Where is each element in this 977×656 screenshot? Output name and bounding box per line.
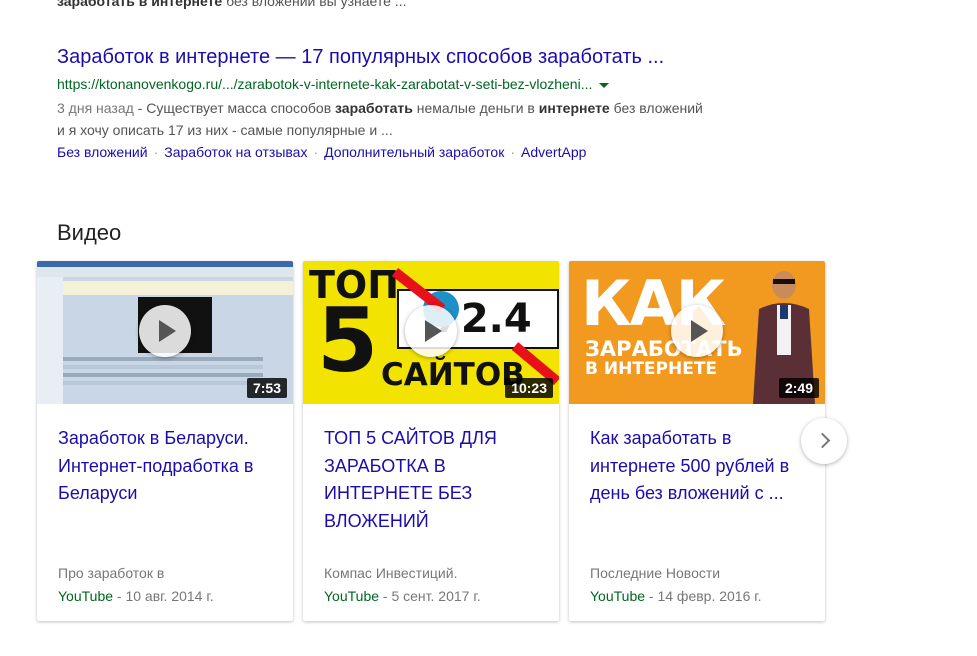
video-card[interactable]: КАК ЗАРАБОТАТЬ В ИНТЕРНЕТЕ 2:49 Как зара… bbox=[569, 261, 825, 621]
sitelink[interactable]: Без вложений bbox=[57, 144, 148, 160]
video-date: - 14 февр. 2016 г. bbox=[645, 588, 762, 604]
result-title-link[interactable]: Заработок в интернете — 17 популярных сп… bbox=[57, 44, 817, 70]
video-source: Последние Новости bbox=[590, 565, 721, 581]
video-duration: 7:53 bbox=[246, 378, 287, 398]
snippet-bold: заработать bbox=[335, 100, 413, 116]
snippet-separator: - bbox=[133, 100, 147, 116]
video-title[interactable]: Как заработать в интернете 500 рублей в … bbox=[590, 425, 790, 508]
result-date: 3 дня назад bbox=[57, 100, 134, 116]
video-meta: YouTube - 10 авг. 2014 г. bbox=[58, 585, 214, 607]
separator: · bbox=[313, 144, 319, 160]
thumb-row bbox=[63, 381, 263, 385]
video-title[interactable]: ТОП 5 САЙТОВ ДЛЯ ЗАРАБОТКА В ИНТЕРНЕТЕ Б… bbox=[324, 425, 524, 535]
result-snippet: 3 дня назад - Существует масса способов … bbox=[57, 97, 817, 141]
video-thumbnail[interactable]: 7:53 bbox=[37, 261, 293, 404]
video-date: - 10 авг. 2014 г. bbox=[113, 588, 214, 604]
video-card[interactable]: 7:53 Заработок в Беларуси. Интернет-подр… bbox=[37, 261, 293, 621]
thumb-row bbox=[63, 357, 263, 361]
thumb-bar bbox=[37, 267, 293, 277]
video-date: - 5 сент. 2017 г. bbox=[379, 588, 481, 604]
snippet-text: без вложений bbox=[609, 100, 703, 116]
sitelink[interactable]: Дополнительный заработок bbox=[324, 144, 504, 160]
video-thumbnail[interactable]: КАК ЗАРАБОТАТЬ В ИНТЕРНЕТЕ 2:49 bbox=[569, 261, 825, 404]
snippet-text: немалые деньги в bbox=[412, 100, 539, 116]
thumb-text: В ИНТЕРНЕТЕ bbox=[585, 359, 718, 379]
video-platform: YouTube bbox=[324, 588, 380, 604]
video-carousel: 7:53 Заработок в Беларуси. Интернет-подр… bbox=[37, 261, 937, 621]
thumb-row bbox=[63, 365, 263, 369]
video-platform: YouTube bbox=[58, 588, 114, 604]
thumb-panel bbox=[63, 281, 293, 295]
video-title[interactable]: Заработок в Беларуси. Интернет-подработк… bbox=[58, 425, 258, 508]
previous-result-snippet: заработать в интернете без вложении вы у… bbox=[57, 0, 406, 11]
video-duration: 2:49 bbox=[778, 378, 819, 398]
thumb-panel bbox=[37, 277, 63, 404]
play-icon[interactable] bbox=[405, 304, 457, 357]
sitelink[interactable]: Заработок на отзывах bbox=[164, 144, 307, 160]
snippet-text: и я хочу описать 17 из них - самые попул… bbox=[57, 122, 393, 138]
video-duration: 10:23 bbox=[505, 378, 553, 398]
video-meta: YouTube - 14 февр. 2016 г. bbox=[590, 585, 762, 607]
video-source: Компас Инвестиций. bbox=[324, 565, 458, 581]
separator: · bbox=[510, 144, 516, 160]
snippet-bold: интернете bbox=[538, 100, 610, 116]
video-card[interactable]: ТОП 5 72.4 САЙТОВ 10:23 ТОП 5 САЙТОВ ДЛЯ… bbox=[303, 261, 559, 621]
video-source: Про заработок в bbox=[58, 565, 165, 581]
separator: · bbox=[153, 144, 159, 160]
thumb-text: 5 bbox=[317, 289, 379, 392]
thumb-text: САЙТОВ bbox=[381, 357, 525, 393]
snippet-text: Существует масса способов bbox=[146, 100, 336, 116]
video-meta: YouTube - 5 сент. 2017 г. bbox=[324, 585, 481, 607]
video-thumbnail[interactable]: ТОП 5 72.4 САЙТОВ 10:23 bbox=[303, 261, 559, 404]
caret-down-icon[interactable] bbox=[599, 82, 610, 88]
sitelink[interactable]: AdvertApp bbox=[521, 144, 586, 160]
sitelinks: Без вложений · Заработок на отзывах · Дополн… bbox=[57, 142, 817, 162]
play-icon[interactable] bbox=[671, 304, 723, 357]
videos-heading: Видео bbox=[57, 220, 122, 245]
video-platform: YouTube bbox=[590, 588, 646, 604]
snippet-bold: заработать в интернете bbox=[57, 0, 223, 9]
chevron-right-icon[interactable] bbox=[801, 418, 847, 464]
snippet-text: без вложении вы узнаете ... bbox=[222, 0, 407, 9]
result-url: https://ktonanovenkogo.ru/.../zarabotok-… bbox=[57, 74, 817, 94]
result-url-text: https://ktonanovenkogo.ru/.../zarabotok-… bbox=[57, 76, 593, 92]
search-result: Заработок в интернете — 17 популярных сп… bbox=[57, 44, 817, 162]
thumb-row bbox=[63, 373, 263, 377]
play-icon[interactable] bbox=[139, 304, 191, 357]
